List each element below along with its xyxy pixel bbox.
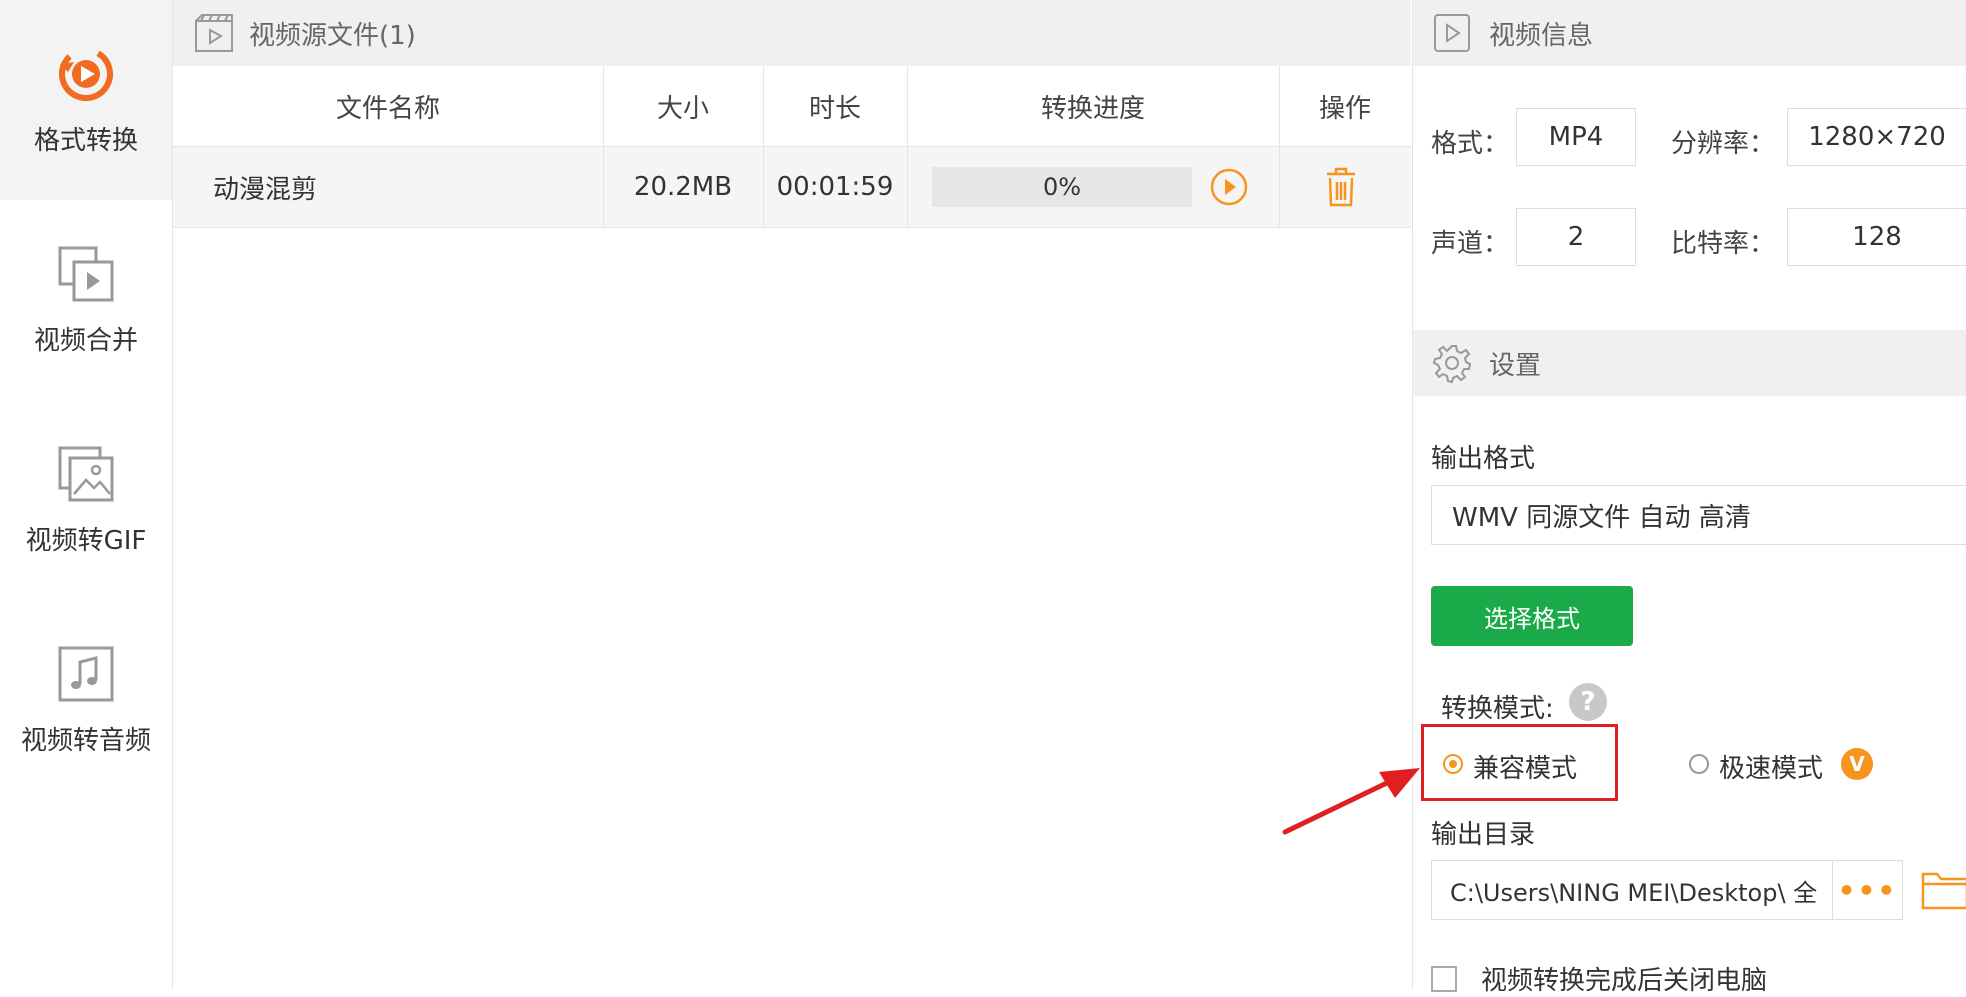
sidebar-item-video-to-gif[interactable]: 视频转GIF — [0, 400, 172, 600]
file-size: 20.2MB — [633, 172, 733, 202]
source-file-panel: 视频源文件(1) 文件名称 大小 时长 转换进度 操作 动漫混剪 20.2MB … — [173, 0, 1411, 990]
play-icon[interactable] — [1209, 167, 1249, 207]
shutdown-checkbox[interactable] — [1431, 966, 1457, 992]
settings-header: 设置 — [1413, 330, 1966, 396]
choose-format-button[interactable]: 选择格式 — [1431, 586, 1633, 646]
browse-button[interactable]: ••• — [1833, 860, 1903, 920]
channel-value: 2 — [1516, 208, 1636, 266]
source-file-title: 视频源文件(1) — [249, 20, 416, 51]
resolution-value: 1280×720 — [1787, 108, 1966, 166]
bitrate-value: 128 — [1787, 208, 1966, 266]
column-header-size: 大小 — [656, 93, 709, 124]
sidebar-item-label: 视频转GIF — [25, 526, 147, 556]
table-row[interactable]: 动漫混剪 20.2MB 00:01:59 0% — [173, 147, 1411, 228]
trash-icon[interactable] — [1321, 166, 1361, 208]
video-merge-icon — [54, 242, 118, 306]
highlight-box — [1421, 724, 1618, 801]
shutdown-checkbox-label: 视频转换完成后关闭电脑 — [1481, 966, 1768, 996]
fast-mode-radio[interactable] — [1689, 754, 1709, 774]
output-dir-input[interactable]: C:\Users\NING MEI\Desktop\ 全 — [1431, 860, 1833, 920]
file-duration: 00:01:59 — [776, 172, 894, 202]
resolution-label: 分辨率： — [1671, 129, 1776, 159]
music-note-icon — [54, 642, 118, 706]
sidebar-item-label: 格式转换 — [33, 126, 138, 156]
column-header-duration: 时长 — [808, 93, 861, 124]
image-gif-icon — [54, 442, 118, 506]
source-file-header: 视频源文件(1) — [173, 0, 1411, 66]
fast-mode-label[interactable]: 极速模式 — [1719, 748, 1823, 785]
gear-icon — [1432, 345, 1472, 384]
column-header-action: 操作 — [1318, 93, 1371, 124]
column-header-name: 文件名称 — [335, 93, 440, 124]
progress-bar: 0% — [932, 167, 1192, 207]
sidebar-item-label: 视频转音频 — [20, 726, 151, 756]
sidebar-item-format-convert[interactable]: 格式转换 — [0, 0, 172, 200]
help-icon[interactable]: ? — [1569, 683, 1607, 721]
sidebar-item-label: 视频合并 — [33, 326, 138, 356]
video-info-title: 视频信息 — [1489, 20, 1594, 51]
output-format-label: 输出格式 — [1431, 444, 1536, 474]
progress-text: 0% — [1042, 173, 1082, 201]
format-convert-icon — [54, 42, 118, 106]
settings-title: 设置 — [1489, 350, 1542, 381]
video-info-header: 视频信息 — [1413, 0, 1966, 66]
format-value: MP4 — [1516, 108, 1636, 166]
video-file-icon — [195, 14, 233, 52]
sidebar-item-video-to-audio[interactable]: 视频转音频 — [0, 600, 172, 800]
bitrate-label: 比特率： — [1671, 229, 1776, 259]
table-header: 文件名称 大小 时长 转换进度 操作 — [173, 66, 1411, 147]
output-format-select[interactable]: WMV 同源文件 自动 高清 — [1431, 485, 1966, 545]
channel-label: 声道： — [1431, 229, 1510, 259]
annotation-arrow — [1282, 768, 1420, 835]
file-name: 动漫混剪 — [213, 174, 318, 205]
folder-icon[interactable] — [1921, 864, 1966, 914]
vip-icon: V — [1841, 748, 1873, 780]
output-dir-label: 输出目录 — [1431, 820, 1536, 850]
video-info-icon — [1434, 14, 1470, 52]
convert-mode-label: 转换模式: — [1441, 694, 1554, 724]
column-header-progress: 转换进度 — [1040, 93, 1145, 124]
sidebar: 格式转换 视频合并 视频转GIF 视频转音频 — [0, 0, 173, 990]
sidebar-item-video-merge[interactable]: 视频合并 — [0, 200, 172, 400]
format-label: 格式： — [1431, 129, 1510, 159]
right-panel: 视频信息 格式： MP4 分辨率： 1280×720 声道： 2 比特率： 12… — [1412, 0, 1966, 996]
